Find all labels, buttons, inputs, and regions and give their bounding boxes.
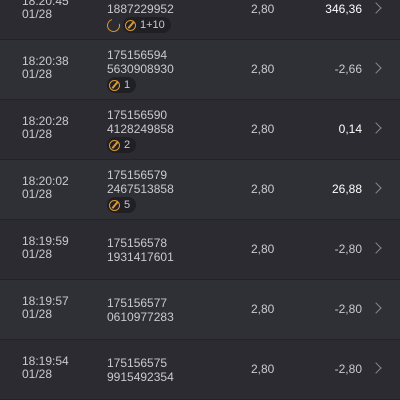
bet-id-line2: 5630908930 [107,62,174,76]
bet-id-line2: 0610977283 [107,310,174,324]
chevron-right-icon[interactable] [370,2,382,14]
bet-id-line2: 2467513858 [107,182,174,196]
bet-ids: 175156579 2467513858 5 [107,168,174,213]
bet-row[interactable]: 18:19:54 01/28 175156575 9915492354 2,80… [0,340,400,400]
bet-ids: 1887229952 1+10 [104,0,174,34]
bet-result: -2,80 [334,242,362,256]
bet-date: 01/28 [22,127,53,141]
bet-row[interactable]: 18:19:57 01/28 175156577 0610977283 2,80… [0,280,400,340]
bet-id-line1: 175156579 [107,168,168,182]
badge-count: 1+10 [140,19,165,31]
bet-id-line1: 175156577 [107,296,168,310]
bet-date: 01/28 [22,367,53,381]
chevron-right-icon[interactable] [370,242,382,254]
bet-ids: 175156590 4128249858 2 [107,108,174,153]
bet-result: -2,80 [334,362,362,376]
bet-result: -2,66 [334,62,362,76]
slash-circle-icon [109,79,120,91]
bet-odds: 2,80 [251,122,275,136]
bet-odds: 2,80 [251,362,275,376]
multiplier-badge: 5 [107,197,137,213]
bet-date: 01/28 [22,67,53,81]
bet-odds: 2,80 [251,2,275,16]
bet-timestamp: 18:19:57 01/28 [22,295,69,321]
bet-row[interactable]: 18:20:02 01/28 175156579 2467513858 5 2,… [0,160,400,220]
bet-id-line1: 175156594 [107,48,168,62]
bet-date: 01/28 [22,187,53,201]
bet-timestamp: 18:19:59 01/28 [22,235,69,261]
refresh-icon [104,16,123,34]
bet-result: 0,14 [338,122,362,136]
bet-date: 01/28 [22,7,53,21]
bet-ids: 175156594 5630908930 1 [107,48,174,93]
bet-badges: 1+10 [104,16,174,34]
bet-odds: 2,80 [251,242,275,256]
bet-row[interactable]: 18:20:28 01/28 175156590 4128249858 2 2,… [0,100,400,160]
bet-row[interactable]: 18:20:38 01/28 175156594 5630908930 1 2,… [0,40,400,100]
bet-row[interactable]: 18:19:59 01/28 175156578 1931417601 2,80… [0,220,400,280]
badge-count: 1 [124,79,131,91]
bet-badges: 2 [107,137,174,153]
bet-result: 26,88 [331,182,362,196]
badge-count: 2 [124,139,131,151]
bet-badges: 5 [107,197,174,213]
bet-timestamp: 18:20:38 01/28 [22,55,69,81]
chevron-right-icon[interactable] [370,362,382,374]
bet-history-list: 18:20:45 01/28 1887229952 1+10 2,80 346,… [0,0,400,400]
multiplier-badge: 2 [107,137,137,153]
bet-odds: 2,80 [251,62,275,76]
bet-id-line2: 1887229952 [107,2,174,16]
slash-circle-icon [109,199,120,211]
bet-timestamp: 18:20:45 01/28 [22,0,69,21]
slash-circle-icon [109,139,120,151]
bet-odds: 2,80 [251,182,275,196]
bet-result: -2,80 [334,302,362,316]
multiplier-badge: 1+10 [123,17,171,33]
bet-id-line1: 175156590 [107,108,168,122]
chevron-right-icon[interactable] [370,62,382,74]
bet-ids: 175156577 0610977283 [107,296,174,324]
bet-ids: 175156575 9915492354 [107,356,174,384]
bet-id-line2: 4128249858 [107,122,174,136]
chevron-right-icon[interactable] [370,182,382,194]
bet-id-line1: 175156578 [107,236,168,250]
bet-badges: 1 [107,77,174,93]
bet-timestamp: 18:20:02 01/28 [22,175,69,201]
bet-result: 346,36 [325,2,362,16]
bet-row[interactable]: 18:20:45 01/28 1887229952 1+10 2,80 346,… [0,0,400,40]
bet-timestamp: 18:19:54 01/28 [22,355,69,381]
badge-count: 5 [124,199,131,211]
slash-circle-icon [125,19,136,31]
bet-date: 01/28 [22,307,53,321]
bet-odds: 2,80 [251,302,275,316]
chevron-right-icon[interactable] [370,302,382,314]
multiplier-badge: 1 [107,77,137,93]
bet-date: 01/28 [22,247,53,261]
bet-ids: 175156578 1931417601 [107,236,174,264]
bet-id-line2: 9915492354 [107,370,174,384]
bet-id-line2: 1931417601 [107,250,174,264]
bet-id-line1: 175156575 [107,356,168,370]
bet-timestamp: 18:20:28 01/28 [22,115,69,141]
chevron-right-icon[interactable] [370,122,382,134]
